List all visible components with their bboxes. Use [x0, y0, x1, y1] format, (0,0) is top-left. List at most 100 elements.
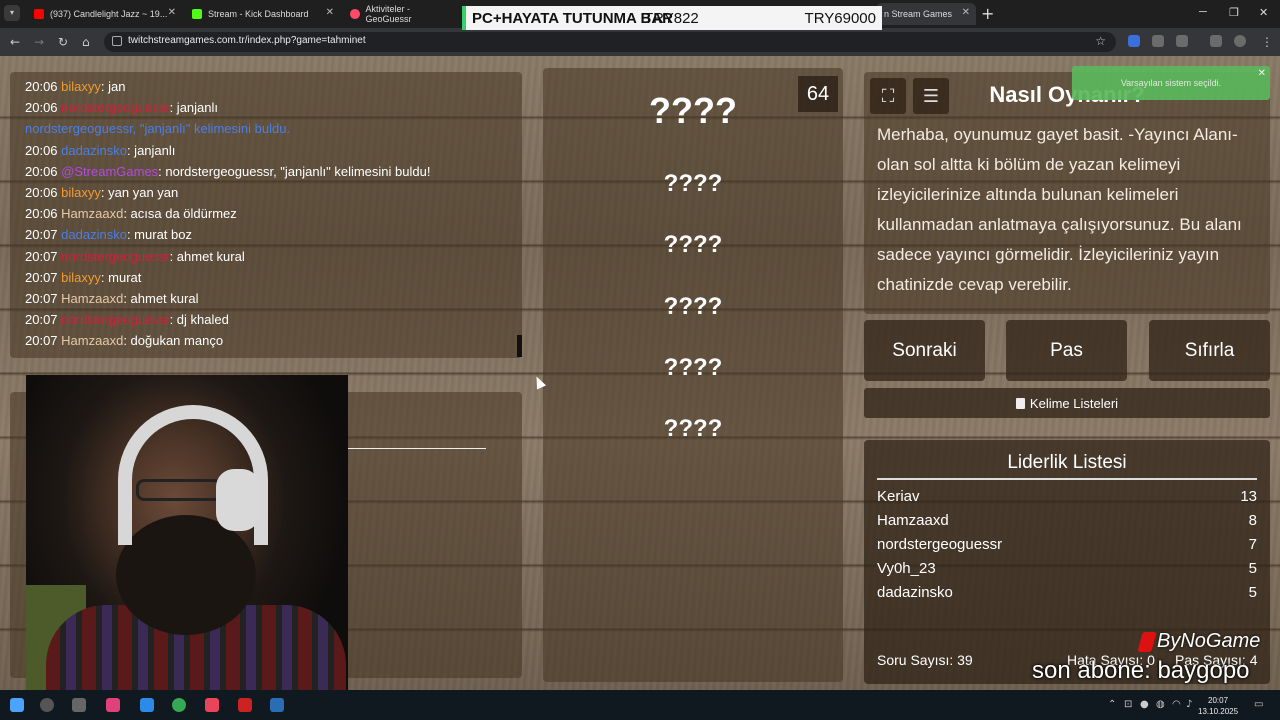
app-icon[interactable]	[106, 698, 120, 712]
word-slot: ????	[663, 293, 723, 320]
chat-message: 20:07 nordstergeoguessr: dj khaled	[25, 309, 507, 330]
close-icon[interactable]: ✕	[1258, 68, 1266, 79]
app-icon[interactable]	[205, 698, 219, 712]
question-count: Soru Sayısı: 39	[877, 652, 973, 668]
profile-avatar[interactable]	[1234, 35, 1246, 47]
leaderboard-row: Keriav 13	[877, 488, 1257, 505]
search-icon[interactable]	[40, 698, 54, 712]
home-icon[interactable]: ⌂	[82, 35, 90, 49]
word-slot: ????	[663, 170, 723, 197]
chat-message: 20:06 bilaxyy: jan	[25, 76, 507, 97]
extensions-puzzle-icon[interactable]	[1176, 35, 1188, 47]
player-score: 8	[1248, 512, 1257, 529]
last-subscriber: son abone: baygopo	[1032, 657, 1250, 684]
next-button[interactable]: Sonraki	[864, 320, 985, 381]
notifications-icon[interactable]: ▭	[1254, 699, 1263, 710]
chat-username[interactable]: nordstergeoguessr	[61, 312, 169, 327]
bookmark-star-icon[interactable]: ☆	[1095, 34, 1106, 48]
extension-icon[interactable]	[1128, 35, 1140, 47]
chat-timestamp: 20:07	[25, 312, 58, 328]
chat-username[interactable]: bilaxyy	[61, 270, 101, 285]
close-window-button[interactable]: ✕	[1259, 6, 1268, 19]
leaderboard-row: Vy0h_23 5	[877, 560, 1257, 577]
chat-username[interactable]: @StreamGames	[61, 164, 158, 179]
player-score: 7	[1248, 536, 1257, 553]
reset-button[interactable]: Sıfırla	[1149, 320, 1270, 381]
chrome-icon[interactable]	[172, 698, 186, 712]
youtube-icon	[34, 9, 44, 19]
tray-chevron-icon[interactable]: ⌃	[1108, 699, 1116, 710]
chat-username[interactable]: dadazinsko	[61, 143, 127, 158]
app-icon[interactable]	[270, 698, 284, 712]
close-icon[interactable]: ✕	[962, 7, 970, 18]
reload-icon[interactable]: ↻	[58, 35, 68, 49]
obs-icon[interactable]	[238, 698, 252, 712]
close-icon[interactable]: ✕	[168, 7, 176, 18]
address-toolbar: ← → ↻ ⌂ twitchstreamgames.com.tr/index.p…	[0, 28, 1280, 56]
word-slot: ????	[663, 354, 723, 381]
chat-scrollbar[interactable]	[517, 335, 522, 357]
player-name: Vy0h_23	[877, 560, 936, 577]
chat-message: 20:06 Hamzaaxd: acısa da öldürmez	[25, 203, 507, 224]
site-info-icon[interactable]	[112, 36, 122, 46]
chat-text: : jan	[100, 79, 126, 94]
tab-title: Stream - Kick Dashboard	[208, 9, 309, 19]
chat-username[interactable]: nordstergeoguessr	[61, 249, 169, 264]
forward-icon[interactable]: →	[34, 35, 44, 49]
restore-button[interactable]: ❐	[1229, 6, 1239, 19]
chat-text: : murat	[100, 269, 142, 285]
player-name: Keriav	[877, 488, 920, 505]
word-lists-button[interactable]: Kelime Listeleri	[864, 388, 1270, 418]
sponsor-logo: ByNoGame	[1137, 630, 1260, 653]
webcam-feed	[26, 375, 348, 690]
chat-username[interactable]: Hamzaaxd	[61, 291, 123, 306]
chat-message: 20:06 bilaxyy: yan yan yan	[25, 182, 507, 203]
tab-candlelight-jazz[interactable]: (937) Candlelight Jazz ~ 19... ✕	[26, 3, 182, 25]
task-view-icon[interactable]	[72, 698, 86, 712]
chat-text: nordstergeoguessr, "janjanlı" kelimesini…	[25, 121, 291, 137]
tab-stream-games[interactable]: n Stream Games ✕	[876, 3, 976, 25]
chat-text: : murat boz	[126, 227, 192, 243]
chat-message: 20:06 nordstergeoguessr: janjanlı	[25, 97, 507, 118]
notification-toast: Varsayılan sistem seçildi. ✕	[1072, 66, 1270, 100]
minimize-button[interactable]: ─	[1199, 6, 1207, 18]
tab-geoguessr[interactable]: Aktiviteler - GeoGuessr	[342, 3, 462, 25]
microphone-icon[interactable]: ●	[1140, 699, 1149, 710]
chat-timestamp: 20:07	[25, 227, 58, 243]
pass-button[interactable]: Pas	[1006, 320, 1127, 381]
network-icon[interactable]: ◍	[1156, 699, 1165, 710]
windows-start-icon[interactable]	[10, 698, 24, 712]
headphone-cup	[216, 469, 260, 531]
chat-username[interactable]: Hamzaaxd	[61, 206, 123, 221]
chat-text: : nordstergeoguessr, "janjanlı" kelimesi…	[158, 163, 431, 179]
back-icon[interactable]: ←	[10, 35, 20, 49]
chat-text: : yan yan yan	[100, 185, 179, 201]
chat-timestamp: 20:07	[25, 291, 58, 307]
extension-icon[interactable]	[1152, 35, 1164, 47]
chat-username[interactable]: bilaxyy	[61, 185, 101, 200]
word-lists-label: Kelime Listeleri	[1029, 395, 1119, 411]
close-icon[interactable]: ✕	[326, 7, 334, 18]
chat-username[interactable]: dadazinsko	[61, 227, 127, 242]
chat-timestamp: 20:06	[25, 79, 58, 94]
wifi-icon[interactable]: ◠	[1172, 699, 1181, 710]
url-bar[interactable]: twitchstreamgames.com.tr/index.php?game=…	[104, 32, 1116, 52]
menu-icon[interactable]: ⋮	[1261, 35, 1273, 49]
how-to-play-text: Merhaba, oyunumuz gayet basit. -Yayıncı …	[877, 125, 1242, 294]
word-slot: ????	[663, 415, 723, 442]
new-tab-button[interactable]: +	[981, 4, 994, 23]
chat-username[interactable]: bilaxyy	[61, 79, 101, 94]
chat-timestamp: 20:06	[25, 142, 58, 158]
volume-icon[interactable]: ♪	[1186, 699, 1192, 710]
chat-username[interactable]: Hamzaaxd	[61, 333, 123, 348]
system-clock[interactable]: 20:07 13.10.2025	[1198, 695, 1238, 717]
edge-icon[interactable]	[140, 698, 154, 712]
tab-title: n Stream Games	[884, 9, 953, 19]
tray-icon[interactable]: ⊡	[1124, 699, 1132, 710]
tab-search-icon[interactable]: ▾	[4, 5, 20, 21]
leaderboard-row: Hamzaaxd 8	[877, 512, 1257, 529]
chat-text: : janjanlı	[126, 142, 176, 158]
chat-username[interactable]: nordstergeoguessr	[61, 100, 169, 115]
media-control-icon[interactable]	[1210, 35, 1222, 47]
tab-kick-dashboard[interactable]: Stream - Kick Dashboard ✕	[184, 3, 340, 25]
